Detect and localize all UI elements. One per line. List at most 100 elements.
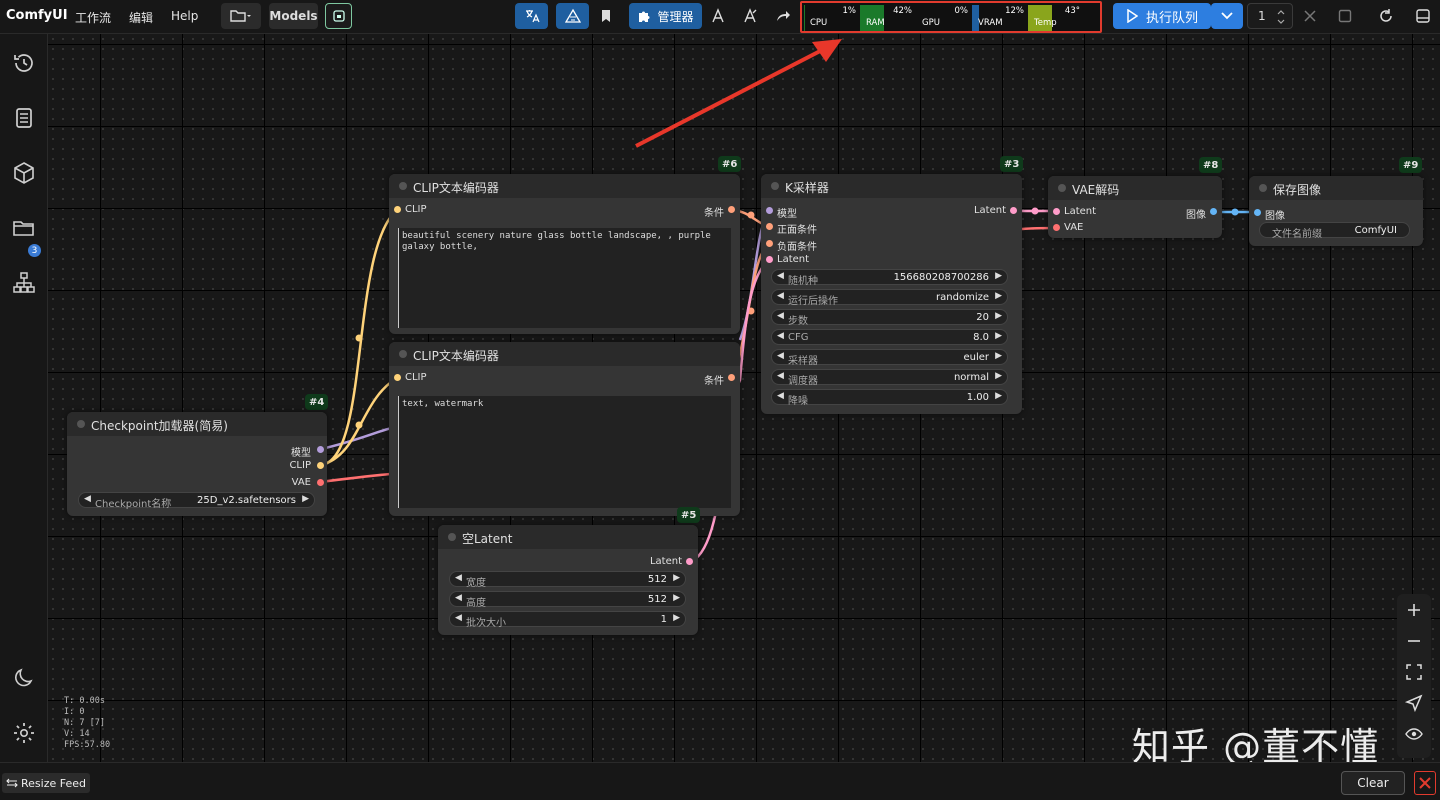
queue-list-icon[interactable]	[12, 106, 36, 130]
settings-gear-icon[interactable]	[12, 721, 36, 745]
select-mode-icon[interactable]	[1404, 693, 1424, 713]
menu-help[interactable]: Help	[171, 9, 198, 23]
widget-checkpoint-name[interactable]: ◀ Checkpoint名称 25D_v2.safetensors ▶	[78, 492, 315, 510]
widget-scheduler[interactable]: ◀ 调度器 normal ▶	[771, 369, 1008, 387]
panel-toggle-icon[interactable]	[1411, 4, 1435, 28]
manager-button[interactable]: 管理器	[629, 3, 702, 29]
graph-canvas[interactable]	[48, 34, 1440, 762]
widget-sampler[interactable]: ◀ 采样器 euler ▶	[771, 349, 1008, 367]
manager-label: 管理器	[657, 9, 694, 24]
node-header[interactable]: Checkpoint加载器(简易)	[67, 412, 327, 436]
bookmark-icon[interactable]	[594, 4, 618, 28]
input-slot-positive[interactable]	[766, 223, 773, 230]
widget-denoise[interactable]: ◀ 降噪 1.00 ▶	[771, 389, 1008, 407]
node-vae-decode[interactable]: VAE解码 Latent VAE 图像	[1048, 176, 1222, 238]
node-header[interactable]: CLIP文本编码器	[389, 174, 740, 198]
input-slot-negative[interactable]	[766, 240, 773, 247]
fit-view-icon[interactable]	[1404, 662, 1424, 682]
moon-icon[interactable]	[12, 666, 36, 690]
input-slot-image[interactable]	[1254, 209, 1261, 216]
clear-button[interactable]: Clear	[1341, 771, 1405, 795]
node-title: CLIP文本编码器	[413, 349, 499, 363]
model-library-icon[interactable]	[12, 161, 36, 185]
node-title: Checkpoint加载器(简易)	[91, 419, 228, 433]
batch-count-input[interactable]: 1	[1247, 3, 1293, 29]
queue-options-button[interactable]	[1211, 3, 1243, 29]
canvas-toolbar	[1397, 594, 1431, 758]
node-collapse-dot[interactable]	[1058, 184, 1066, 192]
eye-icon[interactable]	[1404, 724, 1424, 744]
link-toggle-button[interactable]	[556, 3, 589, 29]
node-collapse-dot[interactable]	[399, 182, 407, 190]
refresh-icon[interactable]	[1374, 4, 1398, 28]
translate-button[interactable]	[515, 3, 548, 29]
input-slot-clip[interactable]	[394, 206, 401, 213]
widget-steps[interactable]: ◀ 步数 20 ▶	[771, 309, 1008, 327]
share-arrow-icon[interactable]	[771, 4, 795, 28]
output-slot-latent[interactable]	[686, 558, 693, 565]
node-empty-latent[interactable]: 空Latent Latent ◀ 宽度 512 ▶ ◀ 高度 512 ▶ ◀ 批次大小 1 ▶	[438, 525, 698, 635]
play-icon	[1127, 9, 1138, 23]
output-slot-cond[interactable]	[728, 374, 735, 381]
output-slot-image[interactable]	[1210, 208, 1217, 215]
widget-width[interactable]: ◀ 宽度 512 ▶	[449, 571, 686, 589]
menu-edit[interactable]: 编辑	[129, 9, 153, 26]
node-header[interactable]: CLIP文本编码器	[389, 342, 740, 366]
output-slot-latent[interactable]	[1010, 207, 1017, 214]
stepper-icon[interactable]	[1276, 7, 1286, 27]
model-share-icon[interactable]	[738, 4, 762, 28]
node-library-icon[interactable]	[12, 271, 36, 295]
input-slot-clip[interactable]	[394, 374, 401, 381]
node-collapse-dot[interactable]	[77, 420, 85, 428]
stat-v: V: 14	[64, 729, 90, 739]
output-label-latent: Latent	[649, 556, 682, 567]
models-button[interactable]: Models	[269, 3, 318, 29]
widget-height[interactable]: ◀ 高度 512 ▶	[449, 591, 686, 609]
node-save-image[interactable]: 保存图像 图像 文件名前缀 ComfyUI	[1249, 176, 1423, 246]
input-slot-vae[interactable]	[1053, 224, 1060, 231]
input-slot-latent[interactable]	[766, 256, 773, 263]
node-clip-text-encode-negative[interactable]: CLIP文本编码器 CLIP 条件 text, watermark	[389, 342, 740, 516]
output-slot-vae[interactable]	[317, 479, 324, 486]
resize-feed-button[interactable]: Resize Feed	[2, 773, 90, 793]
node-clip-text-encode-positive[interactable]: CLIP文本编码器 CLIP 条件 beautiful scenery natu…	[389, 174, 740, 334]
cancel-icon[interactable]	[1298, 4, 1322, 28]
history-icon[interactable]	[12, 51, 36, 75]
output-slot-clip[interactable]	[317, 462, 324, 469]
node-header[interactable]: 空Latent	[438, 525, 698, 549]
prompt-textarea[interactable]: beautiful scenery nature glass bottle la…	[398, 228, 731, 328]
menu-workflow[interactable]: 工作流	[75, 9, 111, 26]
input-slot-model[interactable]	[766, 207, 773, 214]
node-header[interactable]: 保存图像	[1249, 176, 1423, 200]
widget-batch-size[interactable]: ◀ 批次大小 1 ▶	[449, 611, 686, 629]
node-collapse-dot[interactable]	[399, 350, 407, 358]
node-id-badge: #4	[305, 394, 329, 410]
node-checkpoint-loader[interactable]: Checkpoint加载器(简易) 模型 CLIP VAE ◀ Checkpoin…	[67, 412, 327, 516]
output-slot-model[interactable]	[317, 446, 324, 453]
ram-label: RAM	[866, 18, 885, 28]
workflow-folder-button[interactable]	[221, 3, 261, 29]
node-collapse-dot[interactable]	[771, 182, 779, 190]
node-collapse-dot[interactable]	[448, 533, 456, 541]
input-slot-latent[interactable]	[1053, 208, 1060, 215]
close-feed-button[interactable]	[1414, 771, 1436, 795]
negative-prompt-textarea[interactable]: text, watermark	[398, 396, 731, 508]
output-label-image: 图像	[1186, 210, 1206, 221]
save-workflow-button[interactable]	[325, 3, 352, 29]
zoom-in-icon[interactable]	[1404, 600, 1424, 620]
node-header[interactable]: K采样器	[761, 174, 1022, 198]
node-collapse-dot[interactable]	[1259, 184, 1267, 192]
stop-icon[interactable]	[1333, 4, 1357, 28]
widget-cfg[interactable]: ◀ CFG 8.0 ▶	[771, 329, 1008, 345]
queue-button[interactable]: 执行队列	[1113, 3, 1211, 29]
model-hub-icon[interactable]	[706, 4, 730, 28]
zoom-out-icon[interactable]	[1404, 631, 1424, 651]
output-slot-cond[interactable]	[728, 206, 735, 213]
node-ksampler[interactable]: K采样器 模型 正面条件 负面条件 Latent Latent ◀ 随机种 1566…	[761, 174, 1022, 414]
node-header[interactable]: VAE解码	[1048, 176, 1222, 200]
workflows-folder-icon[interactable]	[12, 216, 36, 240]
widget-control-after-generate[interactable]: ◀ 运行后操作 randomize ▶	[771, 289, 1008, 307]
temp-meter: Temp 43°	[1028, 5, 1084, 31]
widget-seed[interactable]: ◀ 随机种 156680208700286 ▶	[771, 269, 1008, 287]
widget-filename-prefix[interactable]: 文件名前缀 ComfyUI	[1259, 222, 1410, 240]
